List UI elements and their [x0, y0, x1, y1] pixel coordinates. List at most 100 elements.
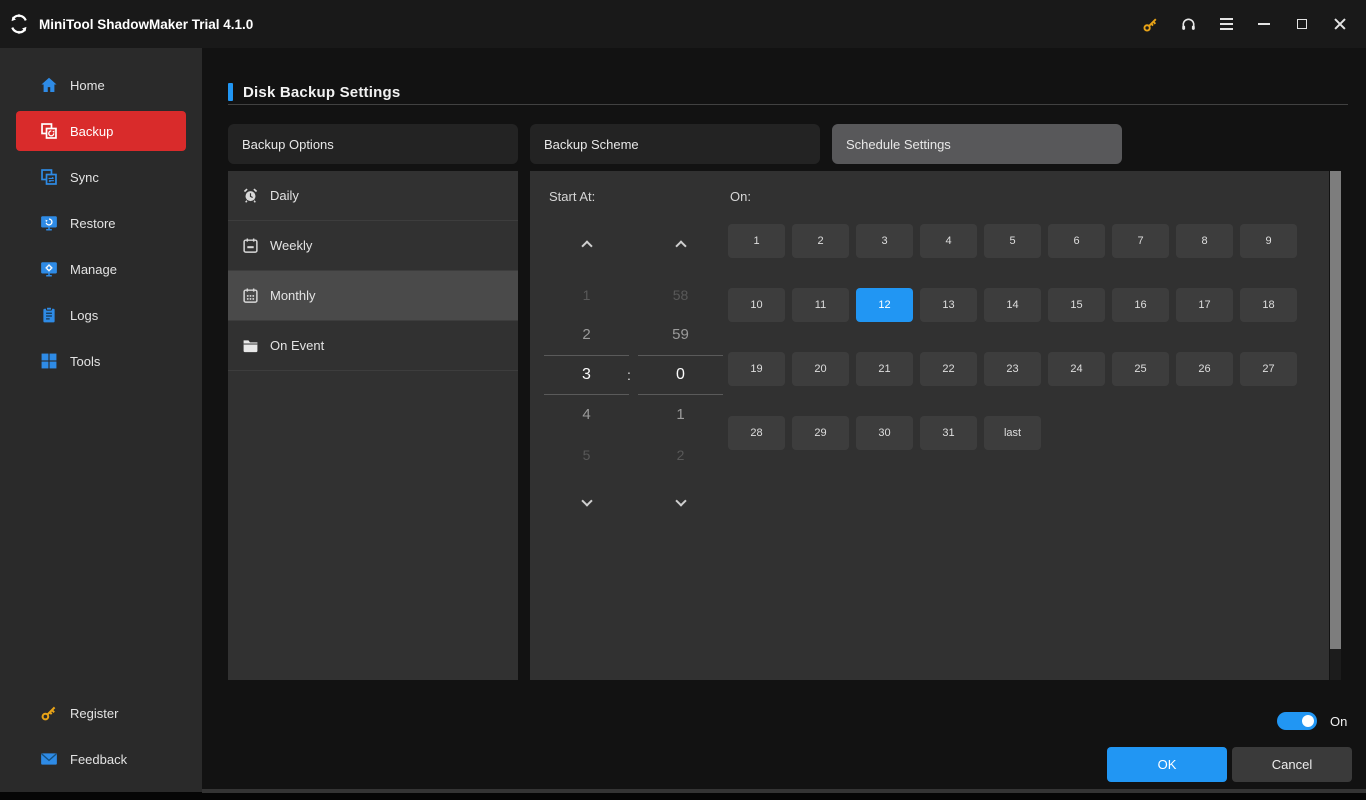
spinner-value[interactable]: 2 [638, 435, 723, 475]
day-button[interactable]: 31 [920, 416, 977, 450]
sidebar-item-home[interactable]: Home [0, 62, 202, 108]
day-button[interactable]: 25 [1112, 352, 1169, 386]
chevron-up-icon [580, 240, 593, 252]
day-button[interactable]: 19 [728, 352, 785, 386]
day-button[interactable]: 3 [856, 224, 913, 258]
spinner-value-selected[interactable]: 0 [638, 355, 723, 395]
spinner-down-button[interactable] [638, 488, 723, 518]
alarm-clock-icon [243, 188, 258, 203]
sidebar-item-label: Register [70, 705, 119, 721]
license-key-button[interactable] [1138, 12, 1162, 36]
headset-icon [1181, 18, 1195, 30]
day-button[interactable]: 22 [920, 352, 977, 386]
logs-icon [43, 306, 55, 323]
sidebar-item-manage[interactable]: Manage [0, 246, 202, 292]
sidebar-item-tools[interactable]: Tools [0, 338, 202, 384]
sidebar-item-label: Restore [70, 215, 116, 231]
day-button[interactable]: last [984, 416, 1041, 450]
sidebar-item-label: Sync [70, 169, 99, 185]
day-button[interactable]: 17 [1176, 288, 1233, 322]
spinner-up-button[interactable] [544, 229, 629, 259]
schedule-item-weekly[interactable]: Weekly [228, 221, 518, 271]
day-button[interactable]: 30 [856, 416, 913, 450]
spinner-down-button[interactable] [544, 488, 629, 518]
sidebar: Home Backup Sync Restore Manage Logs Too… [0, 48, 202, 792]
sidebar-item-backup[interactable]: Backup [16, 111, 186, 151]
bottom-divider [202, 789, 1366, 793]
day-button[interactable]: 2 [792, 224, 849, 258]
spinner-value[interactable]: 5 [544, 435, 629, 475]
schedule-item-on-event[interactable]: On Event [228, 321, 518, 371]
spinner-value[interactable]: 59 [638, 315, 723, 355]
maximize-button[interactable] [1290, 12, 1314, 36]
tab-schedule-settings[interactable]: Schedule Settings [832, 124, 1122, 164]
day-button[interactable]: 29 [792, 416, 849, 450]
calendar-week-icon [243, 238, 258, 253]
close-button[interactable] [1328, 12, 1352, 36]
day-button[interactable]: 6 [1048, 224, 1105, 258]
settings-tabs: Backup Options Backup Scheme Schedule Se… [228, 124, 1122, 164]
day-button[interactable]: 8 [1176, 224, 1233, 258]
day-button[interactable]: 15 [1048, 288, 1105, 322]
tab-backup-scheme[interactable]: Backup Scheme [530, 124, 820, 164]
day-button[interactable]: 4 [920, 224, 977, 258]
schedule-item-monthly[interactable]: Monthly [228, 271, 518, 321]
scrollbar-thumb[interactable] [1330, 171, 1341, 649]
tab-label: Schedule Settings [846, 136, 951, 152]
day-button[interactable]: 5 [984, 224, 1041, 258]
spinner-value[interactable]: 58 [638, 275, 723, 315]
minimize-button[interactable] [1252, 12, 1276, 36]
page-header: Disk Backup Settings [228, 83, 400, 101]
tab-backup-options[interactable]: Backup Options [228, 124, 518, 164]
schedule-toggle[interactable] [1277, 712, 1317, 730]
sidebar-item-logs[interactable]: Logs [0, 292, 202, 338]
day-button[interactable]: 21 [856, 352, 913, 386]
day-button[interactable]: 1 [728, 224, 785, 258]
spinner-value[interactable]: 2 [544, 315, 629, 355]
page-title: Disk Backup Settings [243, 83, 401, 101]
day-button[interactable]: 24 [1048, 352, 1105, 386]
app-logo-icon [8, 13, 30, 35]
day-button[interactable]: 10 [728, 288, 785, 322]
day-button[interactable]: 27 [1240, 352, 1297, 386]
day-button[interactable]: 18 [1240, 288, 1297, 322]
minute-spinner: 58 59 0 1 2 [638, 229, 723, 518]
day-button[interactable]: 14 [984, 288, 1041, 322]
scrollbar-track[interactable] [1330, 171, 1341, 680]
sidebar-item-label: Tools [70, 353, 101, 369]
day-button-selected[interactable]: 12 [856, 288, 913, 322]
cancel-button[interactable]: Cancel [1232, 747, 1352, 782]
sidebar-item-register[interactable]: Register [0, 690, 202, 736]
ok-button[interactable]: OK [1107, 747, 1227, 782]
schedule-item-daily[interactable]: Daily [228, 171, 518, 221]
minimize-icon [1258, 23, 1270, 25]
support-button[interactable] [1176, 12, 1200, 36]
day-button[interactable]: 28 [728, 416, 785, 450]
day-button[interactable]: 13 [920, 288, 977, 322]
menu-button[interactable] [1214, 12, 1238, 36]
envelope-icon [41, 753, 57, 765]
key-icon [41, 706, 56, 721]
sidebar-item-label: Home [70, 77, 105, 93]
sidebar-item-feedback[interactable]: Feedback [0, 736, 202, 782]
titlebar: MiniTool ShadowMaker Trial 4.1.0 [0, 0, 1366, 48]
spinner-value[interactable]: 1 [638, 395, 723, 435]
day-button[interactable]: 26 [1176, 352, 1233, 386]
schedule-toggle-row: On [1277, 712, 1347, 730]
time-separator: : [627, 367, 631, 383]
spinner-value[interactable]: 1 [544, 275, 629, 315]
spinner-value-selected[interactable]: 3 [544, 355, 629, 395]
sidebar-item-label: Backup [70, 123, 114, 139]
day-button[interactable]: 23 [984, 352, 1041, 386]
day-button[interactable]: 7 [1112, 224, 1169, 258]
backup-icon [41, 123, 57, 139]
spinner-value[interactable]: 4 [544, 395, 629, 435]
sidebar-item-sync[interactable]: Sync [0, 154, 202, 200]
day-button[interactable]: 11 [792, 288, 849, 322]
folder-icon [243, 340, 258, 353]
day-button[interactable]: 16 [1112, 288, 1169, 322]
spinner-up-button[interactable] [638, 229, 723, 259]
sidebar-item-restore[interactable]: Restore [0, 200, 202, 246]
day-button[interactable]: 9 [1240, 224, 1297, 258]
day-button[interactable]: 20 [792, 352, 849, 386]
